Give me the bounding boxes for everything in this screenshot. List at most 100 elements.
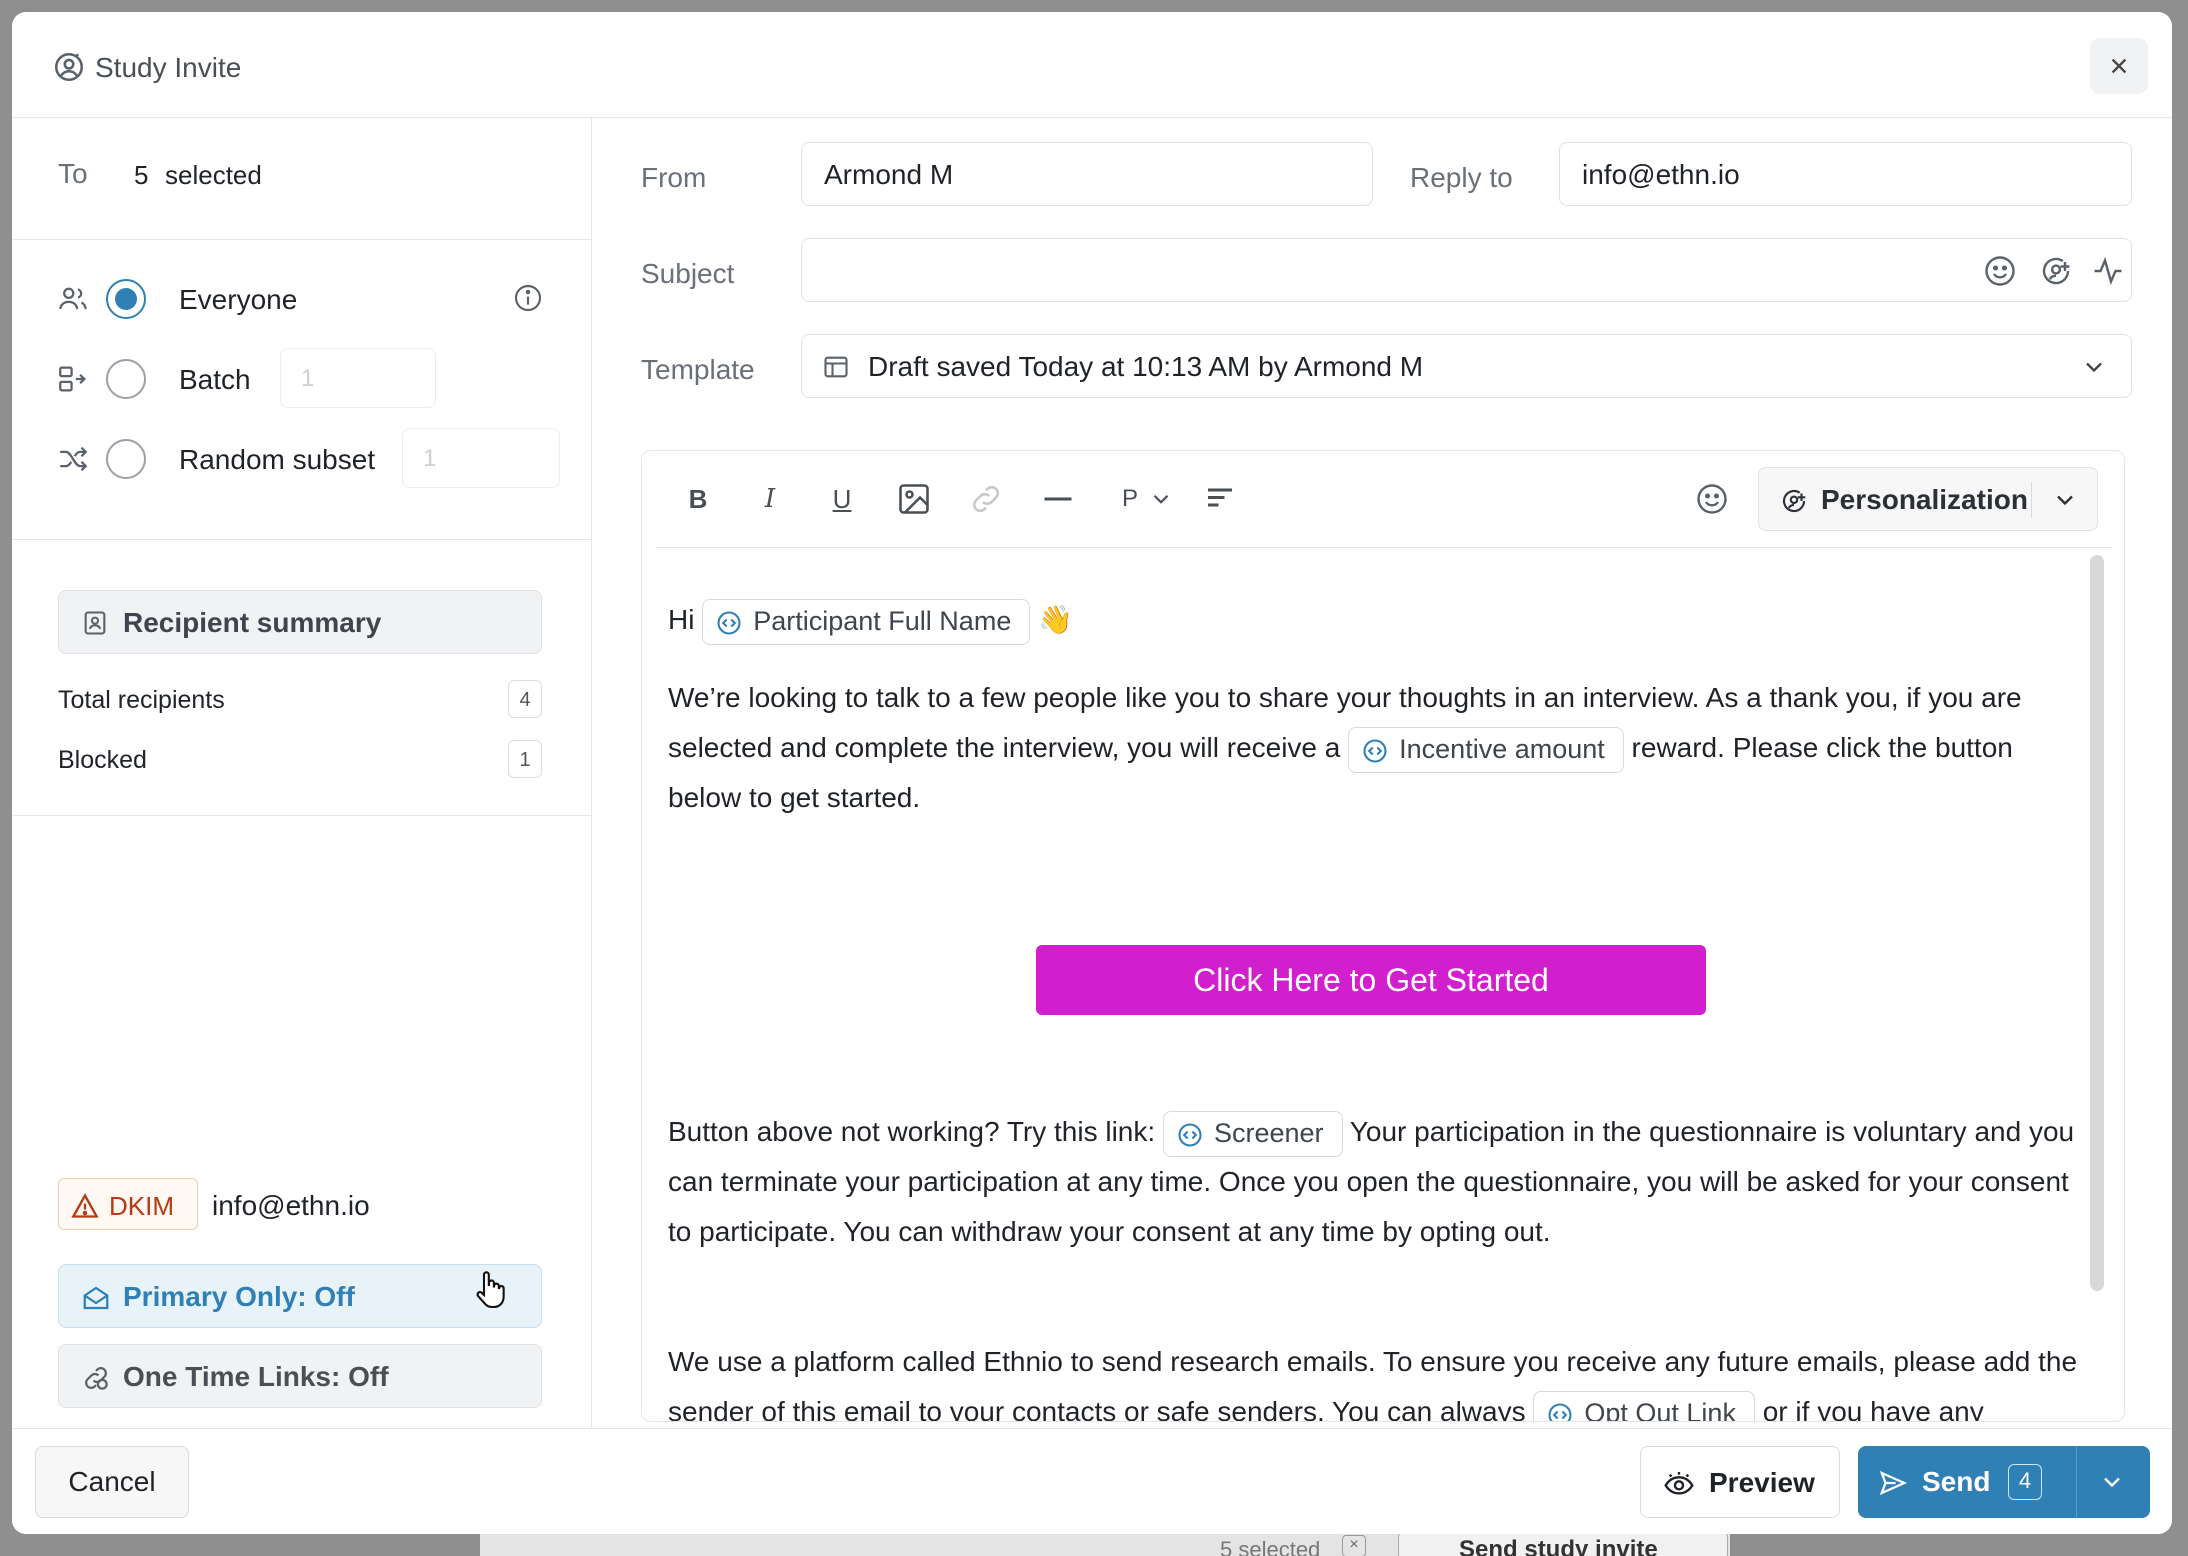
horizontal-rule-icon[interactable]: [1040, 481, 1076, 517]
send-count-badge: 4: [2008, 1464, 2042, 1500]
primary-only-label: Primary Only: Off: [123, 1281, 355, 1312]
dialog-footer: Cancel Preview Send 4: [12, 1428, 2172, 1534]
everyone-label: Everyone: [179, 284, 298, 315]
subject-input[interactable]: [801, 238, 2132, 302]
batch-radio[interactable]: [106, 359, 146, 399]
dkim-badge[interactable]: DKIM: [58, 1178, 198, 1230]
contact-card-icon: [84, 611, 106, 635]
participant-name-label: Participant Full Name: [753, 605, 1012, 636]
editor-scrollbar[interactable]: [2090, 555, 2104, 1291]
template-select[interactable]: Draft saved Today at 10:13 AM by Armond …: [801, 334, 2132, 398]
study-invite-dialog: Study Invite To 5 selected Everyone Batc…: [12, 12, 2172, 1534]
blocked-label: Blocked: [58, 746, 147, 774]
underline-button[interactable]: U: [824, 481, 860, 517]
send-button[interactable]: Send 4: [1858, 1446, 2150, 1518]
warning-icon: [71, 1193, 99, 1218]
option-everyone[interactable]: Everyone: [12, 268, 592, 328]
total-recipients-count: 4: [508, 680, 542, 718]
audience-options: Everyone Batch 1 Random subset 1: [12, 240, 592, 540]
total-recipients-row: Total recipients 4: [58, 680, 542, 720]
greeting-text: Hi: [668, 604, 695, 635]
link-off-icon: [85, 1367, 108, 1390]
everyone-radio[interactable]: [106, 279, 146, 319]
personalization-icon[interactable]: [2038, 253, 2074, 289]
variable-icon: [1178, 1123, 1202, 1147]
background-clear-icon: ×: [1342, 1535, 1366, 1556]
recipient-summary-button[interactable]: Recipient summary: [58, 590, 542, 654]
selected-text: selected: [165, 160, 262, 190]
incentive-amount-chip[interactable]: Incentive amount: [1348, 726, 1624, 773]
random-subset-radio[interactable]: [106, 439, 146, 479]
compose-panel: From Armond M Reply to info@ethn.io Subj…: [593, 118, 2172, 1428]
link-icon[interactable]: [968, 481, 1004, 517]
batch-label: Batch: [179, 364, 251, 395]
selected-count: 5: [134, 160, 149, 190]
dialog-header: Study Invite: [12, 12, 2172, 118]
one-time-links-label: One Time Links: Off: [123, 1361, 389, 1392]
paragraph-optout: We use a platform called Ethnio to send …: [668, 1337, 2088, 1422]
preview-button[interactable]: Preview: [1640, 1446, 1840, 1518]
option-random-subset[interactable]: Random subset 1: [12, 428, 592, 488]
align-icon[interactable]: [1202, 481, 1238, 517]
close-icon: [2111, 58, 2127, 74]
random-subset-label: Random subset: [179, 444, 376, 475]
dialog-title: Study Invite: [95, 52, 242, 83]
get-started-button[interactable]: Click Here to Get Started: [1036, 945, 1706, 1015]
batch-icon: [59, 366, 86, 392]
from-input[interactable]: Armond M: [801, 142, 1373, 206]
emoji-picker-icon[interactable]: [1694, 481, 1730, 517]
option-batch[interactable]: Batch 1: [12, 348, 592, 408]
reply-to-label: Reply to: [1410, 162, 1513, 193]
blocked-row: Blocked 1: [58, 740, 542, 780]
chevron-down-icon[interactable]: [2051, 486, 2079, 514]
paragraph-style-button[interactable]: P: [1112, 481, 1148, 517]
recipient-summary-section: Recipient summary Total recipients 4 Blo…: [12, 540, 592, 816]
personalization-button[interactable]: Personalization: [1758, 467, 2098, 531]
info-icon[interactable]: [512, 282, 544, 314]
mail-open-icon: [83, 1286, 109, 1310]
email-editor: B I U P Personalization Hi Participant F…: [641, 450, 2125, 1422]
primary-only-toggle[interactable]: Primary Only: Off: [58, 1264, 542, 1328]
random-subset-input[interactable]: 1: [402, 428, 560, 488]
paragraph-chevron-icon[interactable]: [1148, 481, 1174, 517]
send-divider: [2076, 1446, 2077, 1518]
variable-icon: [717, 611, 741, 635]
personalization-divider: [2031, 482, 2032, 518]
image-icon[interactable]: [896, 481, 932, 517]
send-options-chevron-icon[interactable]: [2098, 1468, 2126, 1496]
paragraph-intro: We’re looking to talk to a few people li…: [668, 673, 2088, 823]
recipients-panel: To 5 selected Everyone Batch 1 Random su…: [12, 118, 592, 1428]
reply-to-value: info@ethn.io: [1582, 159, 1740, 190]
template-icon: [824, 356, 848, 378]
screener-text-a: Button above not working? Try this link:: [668, 1116, 1156, 1147]
variable-icon: [1548, 1403, 1572, 1421]
screener-chip[interactable]: Screener: [1162, 1110, 1343, 1157]
bold-button[interactable]: B: [680, 481, 716, 517]
from-label: From: [641, 162, 707, 193]
greeting-line: Hi Participant Full Name 👋: [668, 595, 2088, 645]
template-label: Template: [641, 354, 755, 385]
reply-to-input[interactable]: info@ethn.io: [1559, 142, 2132, 206]
background-send-study-invite: Send study invite: [1398, 1531, 1728, 1556]
background-selected-count: 5 selected: [1220, 1537, 1321, 1556]
template-value: Draft saved Today at 10:13 AM by Armond …: [868, 351, 1424, 382]
from-value: Armond M: [824, 159, 954, 190]
dkim-email: info@ethn.io: [212, 1190, 370, 1221]
variable-icon: [1363, 739, 1387, 763]
activity-icon[interactable]: [2090, 253, 2126, 289]
to-label: To: [58, 158, 88, 189]
send-icon: [1879, 1470, 1908, 1496]
cancel-button[interactable]: Cancel: [35, 1446, 189, 1518]
opt-out-link-chip[interactable]: Opt Out Link: [1533, 1390, 1755, 1422]
total-recipients-label: Total recipients: [58, 686, 225, 714]
close-button[interactable]: [2090, 38, 2148, 94]
one-time-links-toggle[interactable]: One Time Links: Off: [58, 1344, 542, 1408]
opt-out-link-label: Opt Out Link: [1584, 1397, 1736, 1422]
send-label: Send: [1922, 1466, 1991, 1497]
emoji-icon[interactable]: [1982, 253, 2018, 289]
batch-size-input[interactable]: 1: [280, 348, 436, 408]
screener-label: Screener: [1213, 1117, 1324, 1148]
subject-label: Subject: [641, 258, 735, 289]
italic-button[interactable]: I: [752, 481, 788, 517]
participant-name-chip[interactable]: Participant Full Name: [702, 598, 1031, 645]
